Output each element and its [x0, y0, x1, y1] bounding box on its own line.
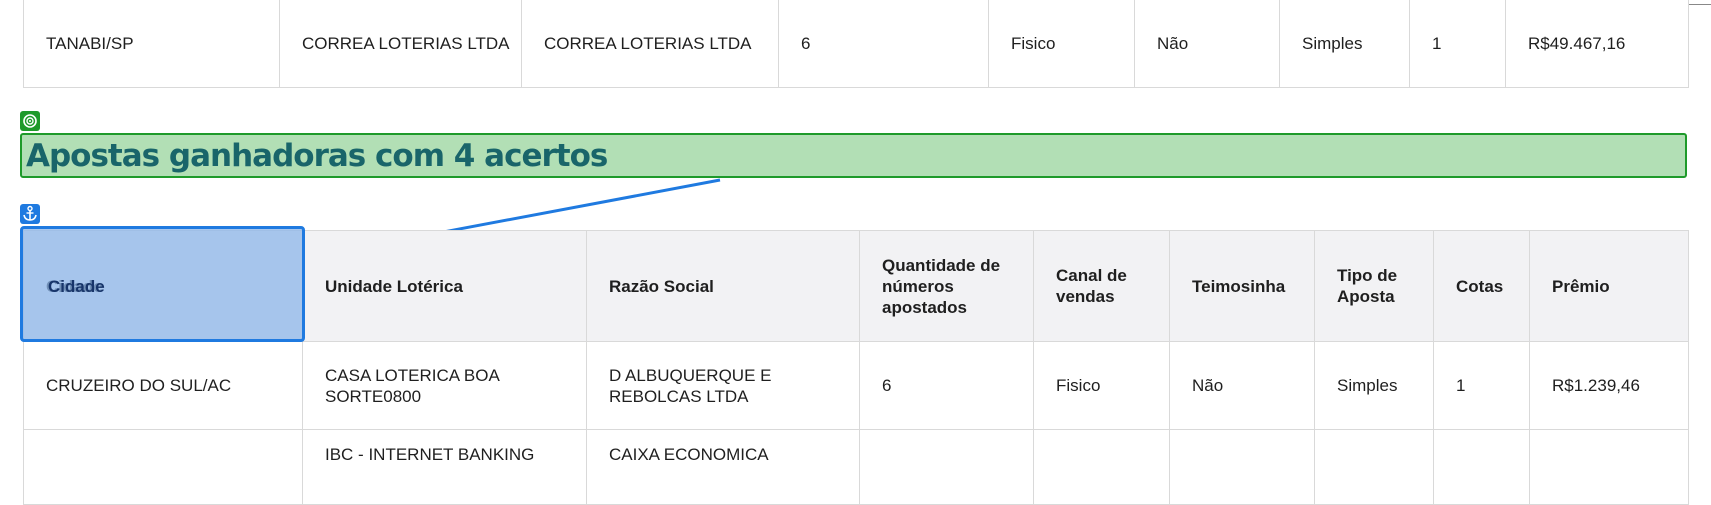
cell-razao-social: CAIXA ECONOMICA [586, 429, 860, 505]
cell-quantidade [859, 429, 1034, 505]
table-row: TANABI/SP CORREA LOTERIAS LTDA CORREA LO… [23, 0, 1689, 88]
anchor-icon[interactable] [20, 204, 40, 224]
cell-unidade: IBC - INTERNET BANKING [302, 429, 587, 505]
cell-premio [1529, 429, 1689, 505]
cell-canal: Fisico [988, 0, 1135, 88]
cell-cotas: 1 [1433, 341, 1530, 430]
cell-tipo: Simples [1279, 0, 1410, 88]
header-teimosinha[interactable]: Teimosinha [1169, 230, 1315, 342]
cell-teimosinha: Não [1134, 0, 1280, 88]
cell-teimosinha: Não [1169, 341, 1315, 430]
cell-cotas [1433, 429, 1530, 505]
header-cotas[interactable]: Cotas [1433, 230, 1530, 342]
header-razao-social[interactable]: Razão Social [586, 230, 860, 342]
table-row: CRUZEIRO DO SUL/AC CASA LOTERICA BOA SOR… [23, 341, 1689, 430]
header-unidade[interactable]: Unidade Lotérica [302, 230, 587, 342]
selected-cell-highlight[interactable]: Cidade [20, 226, 305, 342]
cell-tipo [1314, 429, 1434, 505]
cell-unidade: CORREA LOTERIAS LTDA [279, 0, 522, 88]
cell-cidade [23, 429, 303, 505]
cell-cotas: 1 [1409, 0, 1506, 88]
header-quantidade[interactable]: Quantidade de números apostados [859, 230, 1034, 342]
cell-tipo: Simples [1314, 341, 1434, 430]
target-icon[interactable] [20, 111, 40, 131]
cell-cidade: TANABI/SP [23, 0, 280, 88]
previous-results-table: TANABI/SP CORREA LOTERIAS LTDA CORREA LO… [23, 0, 1689, 88]
section-heading-highlight: Apostas ganhadoras com 4 acertos [20, 133, 1687, 178]
header-premio[interactable]: Prêmio [1529, 230, 1689, 342]
highlight-label: Cidade [48, 277, 105, 296]
cell-quantidade: 6 [859, 341, 1034, 430]
header-canal[interactable]: Canal de vendas [1033, 230, 1170, 342]
cell-cidade: CRUZEIRO DO SUL/AC [23, 341, 303, 430]
cell-canal: Fisico [1033, 341, 1170, 430]
section-heading: Apostas ganhadoras com 4 acertos [26, 138, 608, 174]
cell-quantidade: 6 [778, 0, 989, 88]
table-row: IBC - INTERNET BANKING CAIXA ECONOMICA [23, 429, 1689, 505]
cell-razao-social: CORREA LOTERIAS LTDA [521, 0, 779, 88]
cell-unidade: CASA LOTERICA BOA SORTE0800 [302, 341, 587, 430]
cell-razao-social: D ALBUQUERQUE E REBOLCAS LTDA [586, 341, 860, 430]
header-tipo[interactable]: Tipo de Aposta [1314, 230, 1434, 342]
cell-canal [1033, 429, 1170, 505]
cell-teimosinha [1169, 429, 1315, 505]
cell-premio: R$1.239,46 [1529, 341, 1689, 430]
cell-premio: R$49.467,16 [1505, 0, 1689, 88]
